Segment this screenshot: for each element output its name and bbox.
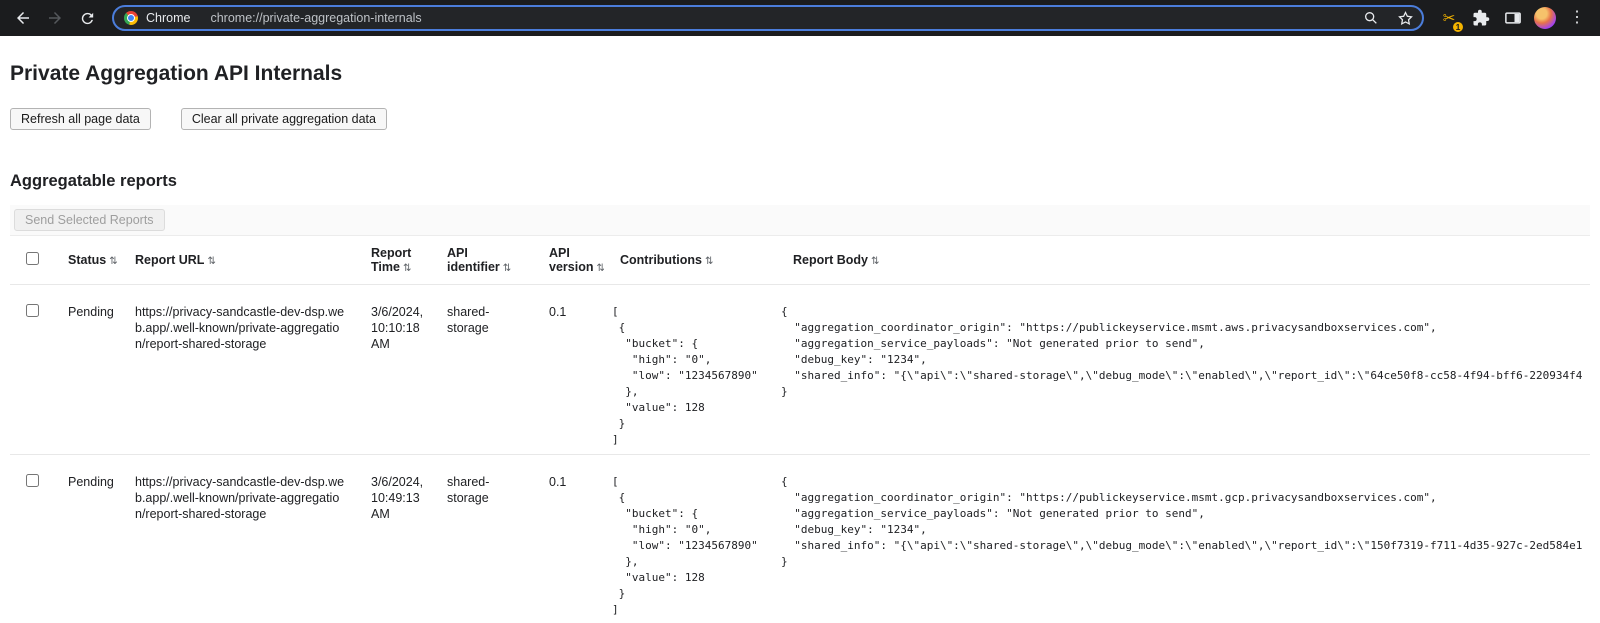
column-header-contributions[interactable]: Contributions⇅ <box>604 247 777 273</box>
column-header-api-version[interactable]: API version⇅ <box>533 240 604 280</box>
row-checkbox[interactable] <box>26 474 39 487</box>
url-text: chrome://private-aggregation-internals <box>210 11 1350 25</box>
contributions-cell: [ { "bucket": { "high": "0", "low": "123… <box>604 285 777 454</box>
row-select-cell <box>10 455 52 497</box>
back-icon[interactable] <box>8 3 38 33</box>
menu-kebab-icon[interactable]: ⋮ <box>1562 3 1592 33</box>
row-select-cell <box>10 285 52 327</box>
page-content: Private Aggregation API Internals Refres… <box>0 62 1600 623</box>
api-version-cell: 0.1 <box>533 455 604 496</box>
bookmark-star-icon[interactable] <box>1392 5 1418 31</box>
sort-icon: ⇅ <box>596 263 604 274</box>
report-body-cell: { "aggregation_coordinator_origin": "htt… <box>777 455 1590 576</box>
extension-badge: 1 <box>1452 21 1464 33</box>
site-label: Chrome <box>146 11 190 25</box>
profile-avatar[interactable] <box>1530 3 1560 33</box>
refresh-all-button[interactable]: Refresh all page data <box>10 108 151 130</box>
address-bar[interactable]: Chrome chrome://private-aggregation-inte… <box>112 5 1424 31</box>
clear-all-button[interactable]: Clear all private aggregation data <box>181 108 387 130</box>
table-toolbar: Send Selected Reports <box>10 205 1590 236</box>
aggregatable-reports-table: Send Selected Reports Status⇅ Report URL… <box>10 205 1590 623</box>
sort-icon: ⇅ <box>871 256 879 267</box>
report-time-cell: 3/6/2024, 10:10:18 AM <box>355 285 431 358</box>
page-title: Private Aggregation API Internals <box>10 62 1590 86</box>
api-identifier-cell: shared-storage <box>431 285 533 342</box>
table-header-row: Status⇅ Report URL⇅ Report Time⇅ API ide… <box>10 236 1590 285</box>
extensions-puzzle-icon[interactable] <box>1466 3 1496 33</box>
header-select-cell <box>10 246 52 274</box>
sort-icon: ⇅ <box>705 256 713 267</box>
column-header-api-identifier[interactable]: API identifier⇅ <box>431 240 533 280</box>
sort-icon: ⇅ <box>503 263 511 274</box>
status-cell: Pending <box>52 455 119 496</box>
column-header-report-url[interactable]: Report URL⇅ <box>119 247 355 273</box>
table-row: Pending https://privacy-sandcastle-dev-d… <box>10 285 1590 455</box>
select-all-checkbox[interactable] <box>26 252 39 265</box>
report-url-cell: https://privacy-sandcastle-dev-dsp.web.a… <box>119 285 355 358</box>
chrome-logo-icon <box>124 11 138 25</box>
report-time-cell: 3/6/2024, 10:49:13 AM <box>355 455 431 528</box>
api-identifier-cell: shared-storage <box>431 455 533 512</box>
sort-icon: ⇅ <box>207 256 215 267</box>
column-header-status[interactable]: Status⇅ <box>52 247 119 273</box>
status-cell: Pending <box>52 285 119 326</box>
reload-icon[interactable] <box>72 3 102 33</box>
column-header-report-time[interactable]: Report Time⇅ <box>355 240 431 280</box>
send-selected-reports-button[interactable]: Send Selected Reports <box>14 209 165 231</box>
api-version-cell: 0.1 <box>533 285 604 326</box>
contributions-cell: [ { "bucket": { "high": "0", "low": "123… <box>604 455 777 623</box>
report-url-cell: https://privacy-sandcastle-dev-dsp.web.a… <box>119 455 355 528</box>
side-panel-icon[interactable] <box>1498 3 1528 33</box>
page-actions: Refresh all page data Clear all private … <box>10 108 1590 130</box>
report-body-cell: { "aggregation_coordinator_origin": "htt… <box>777 285 1590 406</box>
table-row: Pending https://privacy-sandcastle-dev-d… <box>10 455 1590 623</box>
forward-icon[interactable] <box>40 3 70 33</box>
column-header-report-body[interactable]: Report Body⇅ <box>777 247 1590 273</box>
row-checkbox[interactable] <box>26 304 39 317</box>
section-title: Aggregatable reports <box>10 172 1590 191</box>
avatar <box>1534 7 1556 29</box>
sort-icon: ⇅ <box>109 256 117 267</box>
extension-scissors-icon[interactable]: ✂ 1 <box>1434 3 1464 33</box>
sort-icon: ⇅ <box>403 263 411 274</box>
search-icon[interactable] <box>1358 5 1384 31</box>
browser-toolbar: Chrome chrome://private-aggregation-inte… <box>0 0 1600 36</box>
